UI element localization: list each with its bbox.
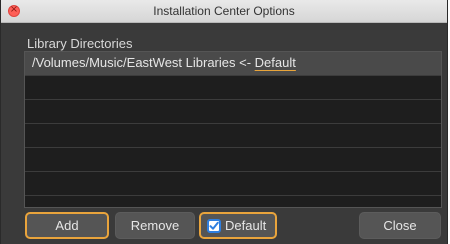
close-button[interactable]: Close (359, 212, 441, 239)
directory-row[interactable]: /Volumes/Music/EastWest Libraries <- Def… (25, 52, 441, 76)
default-tag: Default (254, 55, 296, 70)
default-checkbox[interactable] (207, 218, 221, 233)
default-checkbox-label: Default (225, 218, 267, 233)
directory-row[interactable] (25, 148, 441, 172)
window-title: Installation Center Options (153, 4, 295, 18)
directory-path: /Volumes/Music/EastWest Libraries <- (32, 55, 255, 70)
library-directories-label: Library Directories (27, 36, 133, 51)
checkmark-icon (209, 221, 219, 230)
default-checkbox-button[interactable]: Default (199, 212, 277, 239)
directory-row[interactable] (25, 124, 441, 148)
directory-row[interactable] (25, 76, 441, 100)
remove-button[interactable]: Remove (115, 212, 195, 239)
directory-row[interactable] (25, 172, 441, 196)
add-button[interactable]: Add (25, 212, 109, 239)
title-bar: × Installation Center Options (1, 0, 447, 23)
directory-row[interactable] (25, 100, 441, 124)
directory-list[interactable]: /Volumes/Music/EastWest Libraries <- Def… (24, 51, 442, 208)
options-window: × Installation Center Options Library Di… (0, 0, 448, 244)
directory-row[interactable] (25, 196, 441, 207)
